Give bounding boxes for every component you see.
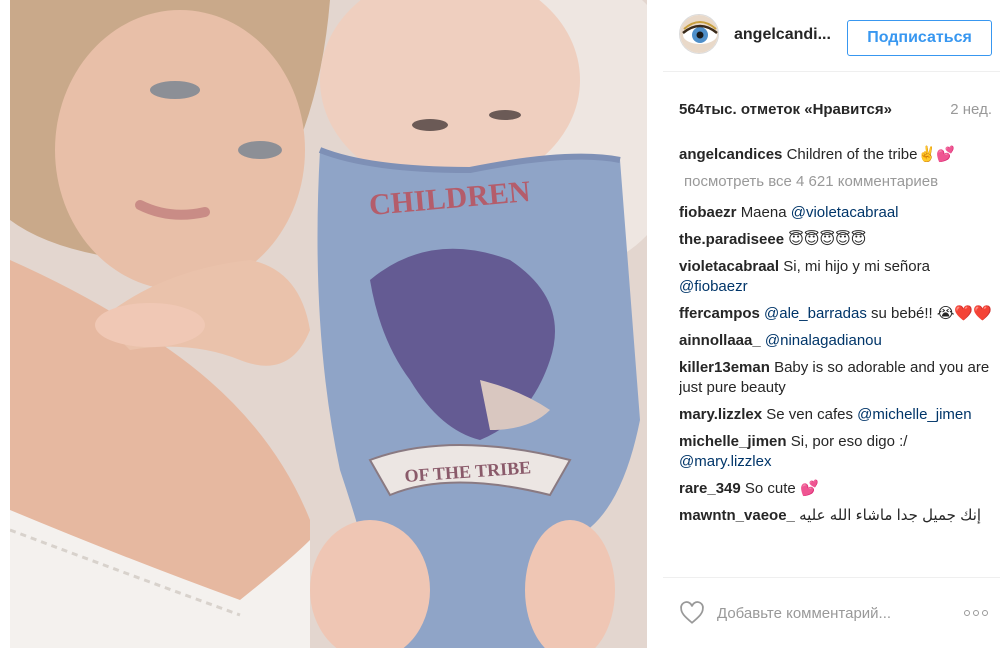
post-header: angelcandi... Подписаться: [663, 0, 1000, 72]
comment-mention[interactable]: @fiobaezr: [679, 278, 748, 295]
caption-emoji: ✌️💕: [917, 146, 955, 163]
comment-item: killer13eman Baby is so adorable and you…: [679, 358, 994, 398]
post-photo[interactable]: CHILDREN OF THE TRIBE: [10, 0, 647, 648]
post-side-panel: angelcandi... Подписаться 564тыс. отмето…: [663, 0, 1000, 648]
comment-user[interactable]: killer13eman: [679, 359, 770, 376]
comment-item: the.paradiseee 😇😇😇😇😇: [679, 230, 994, 250]
comment-item: mary.lizzlex Se ven cafes @michelle_jime…: [679, 405, 994, 425]
comments-list: angelcandices Children of the tribe✌️💕 п…: [679, 145, 994, 577]
caption-text: Children of the tribe: [786, 146, 918, 163]
comment-text: Si, por eso digo :/: [790, 433, 908, 450]
likes-row: 564тыс. отметок «Нравится» 2 нед.: [679, 101, 992, 118]
comment-user[interactable]: mawntn_vaeoe_: [679, 507, 795, 524]
comment-text: Se ven cafes: [766, 406, 858, 423]
caption-user[interactable]: angelcandices: [679, 146, 782, 163]
comment-item: michelle_jimen Si, por eso digo :/ @mary…: [679, 432, 994, 472]
comment-user[interactable]: mary.lizzlex: [679, 406, 762, 423]
comment-item: rare_349 So cute 💕: [679, 479, 994, 499]
comment-text: So cute 💕: [744, 480, 819, 497]
author-username[interactable]: angelcandi...: [734, 26, 831, 44]
comment-user[interactable]: the.paradiseee: [679, 231, 784, 248]
comment-mention[interactable]: @mary.lizzlex: [679, 453, 771, 470]
comment-user[interactable]: ainnollaaa_: [679, 332, 761, 349]
comment-user[interactable]: fiobaezr: [679, 204, 737, 221]
dot: [973, 610, 979, 616]
comment-mention[interactable]: @michelle_jimen: [857, 406, 971, 423]
add-comment-bar: [663, 577, 1000, 648]
comment-mention[interactable]: @ale_barradas: [764, 305, 867, 322]
comment-item: ffercampos @ale_barradas su bebé!! 😭❤️❤️: [679, 304, 994, 324]
comment-user[interactable]: rare_349: [679, 480, 741, 497]
comment-item: ainnollaaa_ @ninalagadianou: [679, 331, 994, 351]
comment-input[interactable]: [717, 602, 947, 624]
comment-mention[interactable]: @ninalagadianou: [765, 332, 882, 349]
view-all-comments-link[interactable]: посмотреть все 4 621 комментариев: [684, 172, 994, 192]
comment-text: Si, mi hijo y mi señora: [783, 258, 930, 275]
comment-user[interactable]: ffercampos: [679, 305, 760, 322]
comment-text: Maena: [740, 204, 791, 221]
follow-button[interactable]: Подписаться: [847, 20, 992, 56]
author-avatar[interactable]: [679, 14, 719, 54]
comment-user[interactable]: michelle_jimen: [679, 433, 787, 450]
comment-item: fiobaezr Maena @violetacabraal: [679, 203, 994, 223]
like-button[interactable]: [679, 600, 705, 626]
heart-icon: [680, 601, 704, 624]
eye-avatar-icon: [680, 15, 718, 53]
comment-mention[interactable]: @violetacabraal: [791, 204, 899, 221]
comment-after: su bebé!! 😭❤️❤️: [866, 305, 992, 322]
dot: [982, 610, 988, 616]
comment-container: fiobaezr Maena @violetacabraal the.paradi…: [679, 203, 994, 526]
photo-illustration: CHILDREN OF THE TRIBE: [10, 0, 647, 648]
comment-text: 😇😇😇😇😇: [788, 231, 867, 248]
dot: [964, 610, 970, 616]
comment-user[interactable]: violetacabraal: [679, 258, 779, 275]
likes-count[interactable]: 564тыс. отметок «Нравится»: [679, 101, 892, 118]
more-options-icon[interactable]: [960, 600, 992, 626]
post-time[interactable]: 2 нед.: [950, 101, 992, 118]
caption: angelcandices Children of the tribe✌️💕: [679, 145, 994, 165]
comment-item: violetacabraal Si, mi hijo y mi señora @…: [679, 257, 994, 297]
comment-item: mawntn_vaeoe_ إنك جميل جدا ماشاء الله عل…: [679, 506, 994, 526]
comment-text: إنك جميل جدا ماشاء الله عليه: [799, 507, 982, 524]
